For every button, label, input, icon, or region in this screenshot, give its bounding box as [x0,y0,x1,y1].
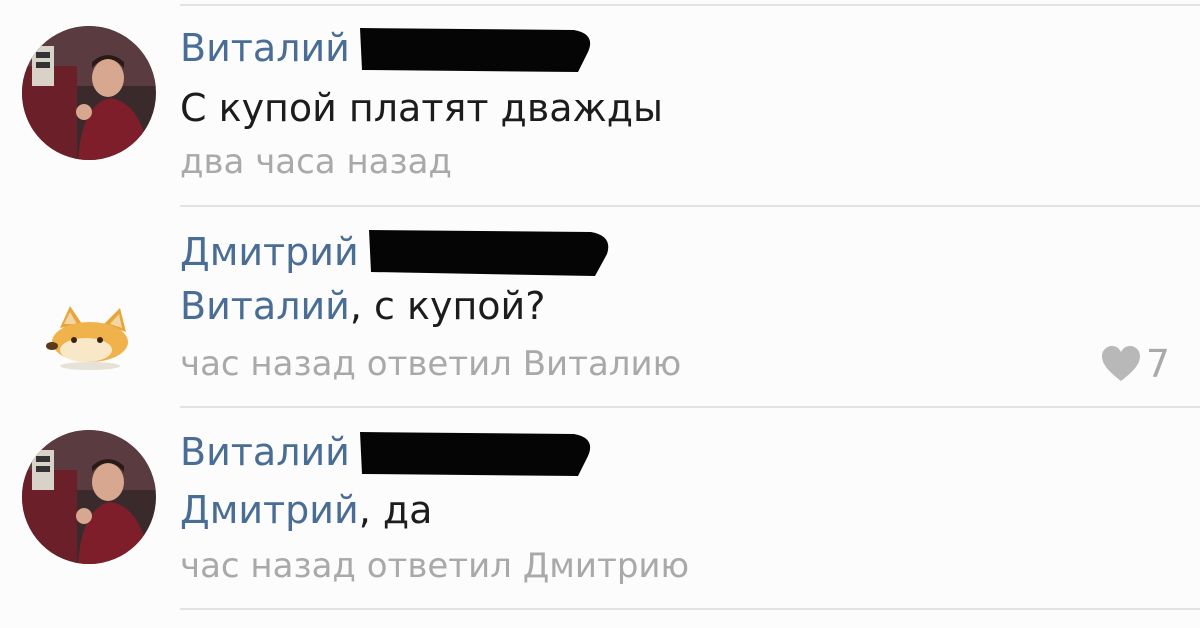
comment-text: Дмитрий, да [180,486,432,534]
divider [180,406,1200,408]
redaction-bar [368,230,608,276]
reply-mention-link[interactable]: Дмитрий [180,488,359,532]
comment-timestamp[interactable]: час назад ответил Виталию [180,342,681,386]
comment-text: С купой платят дважды [180,84,663,132]
avatar[interactable] [22,430,156,564]
author-name[interactable]: Виталий [180,24,350,72]
comment-text-content: С купой платят дважды [180,86,664,130]
comment-timestamp[interactable]: час назад ответил Дмитрию [180,544,689,588]
divider [180,608,1200,610]
avatar[interactable] [22,26,156,160]
redaction-bar [359,28,591,72]
comment-text: Виталий, с купой? [180,282,545,330]
redaction-bar [359,432,591,476]
heart-icon [1101,346,1140,381]
comment-timestamp[interactable]: два часа назад [180,140,452,184]
divider [180,4,1200,6]
author-line: Дмитрий [180,228,615,276]
author-name[interactable]: Виталий [180,428,350,476]
like-button[interactable]: 7 [1100,342,1170,386]
reply-mention-link[interactable]: Виталий [180,284,350,328]
divider [180,205,1200,207]
author-line: Виталий [180,428,596,476]
author-line: Виталий [180,24,596,72]
fox-sticker-avatar[interactable] [44,302,136,372]
like-count: 7 [1145,342,1170,386]
comments-thread: Виталий С купой платят дважды два часа н… [0,0,1200,628]
author-name[interactable]: Дмитрий [180,228,359,276]
comment-text-content: , да [358,488,433,532]
comment-text-content: , с купой? [349,284,546,328]
